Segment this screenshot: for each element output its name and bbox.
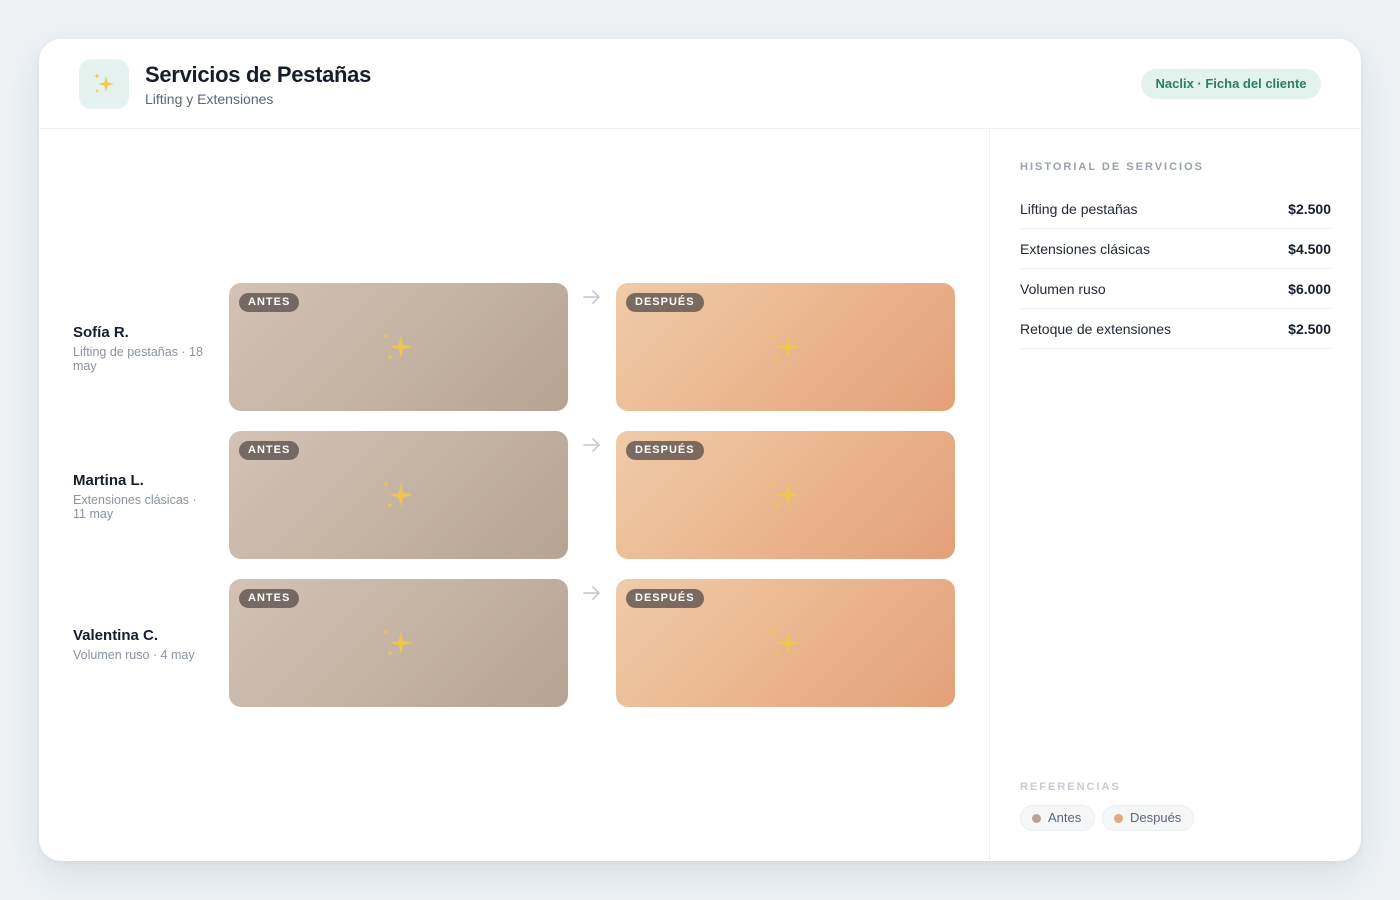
history-heading: HISTORIAL DE SERVICIOS <box>1020 161 1204 173</box>
legend-label: Antes <box>1048 810 1082 825</box>
service-name: Volumen ruso <box>1020 281 1106 297</box>
comparison-row: Martina L. Extensiones clásicas · 11 may… <box>39 431 989 559</box>
before-photo[interactable]: ANTES <box>229 579 568 707</box>
arrow-right-icon <box>583 438 600 452</box>
legend-chip-after: Después <box>1102 805 1194 831</box>
service-history-list: Lifting de pestañas $2.500 Extensiones c… <box>1020 189 1331 349</box>
sparkles-icon <box>94 73 114 93</box>
before-photo[interactable]: ANTES <box>229 283 568 411</box>
client-info: Valentina C. Volumen ruso · 4 may <box>73 627 213 662</box>
service-price: $4.500 <box>1288 241 1331 257</box>
page-subtitle: Lifting y Extensiones <box>145 91 274 107</box>
before-tag: ANTES <box>239 441 300 460</box>
sparkle-icon <box>382 332 413 359</box>
after-tag: DESPUÉS <box>626 293 704 312</box>
client-service-detail: Volumen ruso · 4 may <box>73 648 195 662</box>
client-name: Valentina C. <box>73 627 159 644</box>
service-row[interactable]: Lifting de pestañas $2.500 <box>1020 189 1331 229</box>
before-photo[interactable]: ANTES <box>229 431 568 559</box>
legend-label: Después <box>1130 810 1182 825</box>
client-name: Martina L. <box>73 472 144 489</box>
service-name: Retoque de extensiones <box>1020 321 1171 337</box>
column-divider <box>989 129 990 861</box>
client-name: Sofía R. <box>73 324 129 341</box>
references-heading: REFERENCIAS <box>1020 781 1121 793</box>
service-price: $2.500 <box>1288 321 1331 337</box>
sparkle-icon <box>382 628 413 655</box>
sparkle-icon <box>769 480 800 507</box>
after-photo[interactable]: DESPUÉS <box>616 579 955 707</box>
sparkle-icon <box>769 332 800 359</box>
service-price: $2.500 <box>1288 201 1331 217</box>
client-info: Martina L. Extensiones clásicas · 11 may <box>73 472 213 521</box>
after-tag: DESPUÉS <box>626 441 704 460</box>
service-name: Extensiones clásicas <box>1020 241 1150 257</box>
legend-dot <box>1114 814 1123 823</box>
sparkle-icon <box>382 480 413 507</box>
sparkle-icon <box>769 628 800 655</box>
before-tag: ANTES <box>239 589 300 608</box>
client-card: Servicios de Pestañas Lifting y Extensio… <box>39 39 1361 861</box>
after-photo[interactable]: DESPUÉS <box>616 431 955 559</box>
client-file-badge[interactable]: Naclix · Ficha del cliente <box>1141 69 1321 99</box>
service-name: Lifting de pestañas <box>1020 201 1138 217</box>
after-photo[interactable]: DESPUÉS <box>616 283 955 411</box>
service-row[interactable]: Extensiones clásicas $4.500 <box>1020 229 1331 269</box>
service-row[interactable]: Volumen ruso $6.000 <box>1020 269 1331 309</box>
arrow-right-icon <box>583 586 600 600</box>
logo <box>79 59 129 109</box>
header: Servicios de Pestañas Lifting y Extensio… <box>39 39 1361 129</box>
service-price: $6.000 <box>1288 281 1331 297</box>
before-tag: ANTES <box>239 293 300 312</box>
client-info: Sofía R. Lifting de pestañas · 18 may <box>73 324 213 373</box>
service-row[interactable]: Retoque de extensiones $2.500 <box>1020 309 1331 349</box>
legend-chip-before: Antes <box>1020 805 1095 831</box>
page-title: Servicios de Pestañas <box>145 62 372 87</box>
legend-dot <box>1032 814 1041 823</box>
comparison-row: Valentina C. Volumen ruso · 4 may ANTES … <box>39 579 989 707</box>
arrow-right-icon <box>583 290 600 304</box>
after-tag: DESPUÉS <box>626 589 704 608</box>
client-service-detail: Extensiones clásicas · 11 may <box>73 493 197 521</box>
client-service-detail: Lifting de pestañas · 18 may <box>73 345 203 373</box>
comparison-row: Sofía R. Lifting de pestañas · 18 may AN… <box>39 283 989 411</box>
